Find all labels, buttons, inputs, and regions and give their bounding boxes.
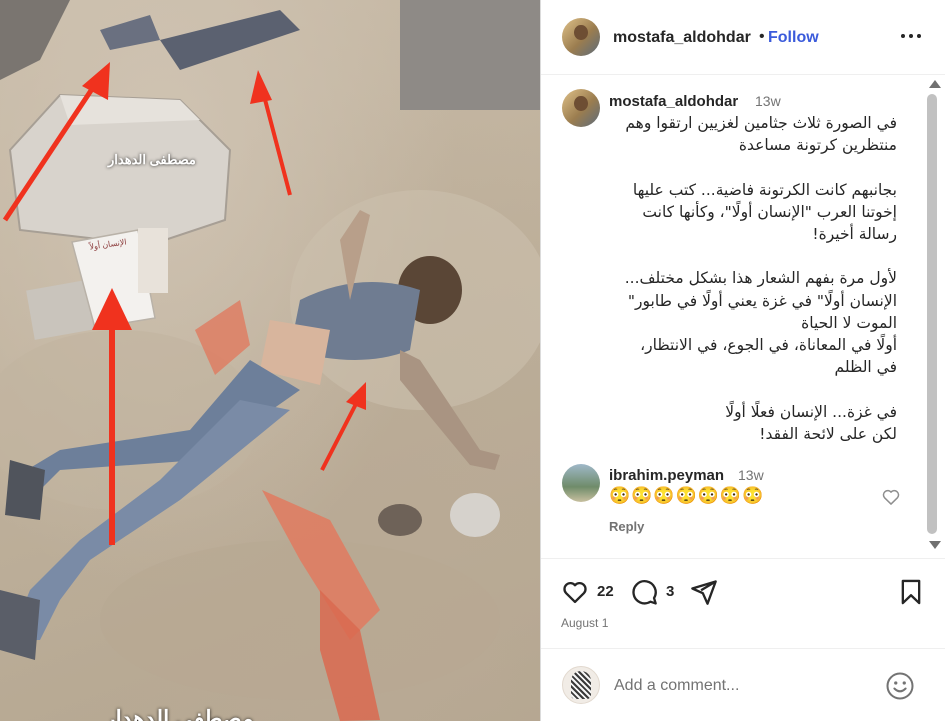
like-count[interactable]: 22 (597, 583, 614, 600)
emoji-icon[interactable] (885, 671, 915, 701)
photo-caption-overlay: مصطفى الدهدار (108, 152, 196, 167)
bookmark-icon[interactable] (897, 578, 925, 606)
author-username[interactable]: mostafa_aldohdar (613, 29, 751, 47)
caption-username[interactable]: mostafa_aldohdar (609, 93, 738, 110)
add-comment-bar (541, 648, 945, 721)
caption-author-avatar[interactable] (562, 89, 600, 127)
more-options-icon[interactable] (899, 24, 923, 48)
post-actions: 22 3 August 1 (541, 558, 945, 648)
current-user-avatar[interactable] (562, 666, 600, 704)
post-header: mostafa_aldohdar • Follow (541, 0, 945, 75)
caption-text: في الصورة ثلاث جثامين لغزيين ارتقوا وهم … (624, 114, 897, 443)
comment-heart-icon[interactable] (881, 487, 901, 507)
comment-text: 😳😳😳😳😳😳😳 (609, 486, 765, 505)
photo-watermark: مصطفى الدهدار (105, 706, 254, 721)
post-date[interactable]: August 1 (561, 616, 608, 630)
author-avatar[interactable] (562, 18, 600, 56)
add-comment-input[interactable] (614, 673, 874, 699)
photo-scene (0, 0, 540, 721)
heart-icon[interactable] (561, 578, 589, 606)
comment-timestamp[interactable]: 13w (738, 467, 764, 483)
follow-button[interactable]: Follow (768, 29, 819, 47)
scroll-down-arrow-icon[interactable] (929, 541, 941, 549)
comment-count[interactable]: 3 (666, 583, 674, 600)
share-icon[interactable] (690, 578, 718, 606)
reply-button[interactable]: Reply (609, 519, 644, 534)
comments-scrollbar[interactable] (925, 76, 941, 558)
comments-section[interactable]: mostafa_aldohdar 13w في الصورة ثلاث جثام… (541, 76, 945, 558)
caption-timestamp[interactable]: 13w (755, 93, 781, 109)
comment-icon[interactable] (630, 578, 658, 606)
scroll-thumb[interactable] (927, 94, 937, 534)
separator-dot: • (759, 28, 765, 45)
comment-username[interactable]: ibrahim.peyman (609, 467, 724, 484)
post-side-panel: mostafa_aldohdar • Follow mostafa_aldohd… (540, 0, 945, 721)
scroll-up-arrow-icon[interactable] (929, 80, 941, 88)
commenter-avatar[interactable] (562, 464, 600, 502)
post-photo[interactable]: الإنسان أولاً مصطفى الدهدار مصطفى الدهدا… (0, 0, 540, 721)
